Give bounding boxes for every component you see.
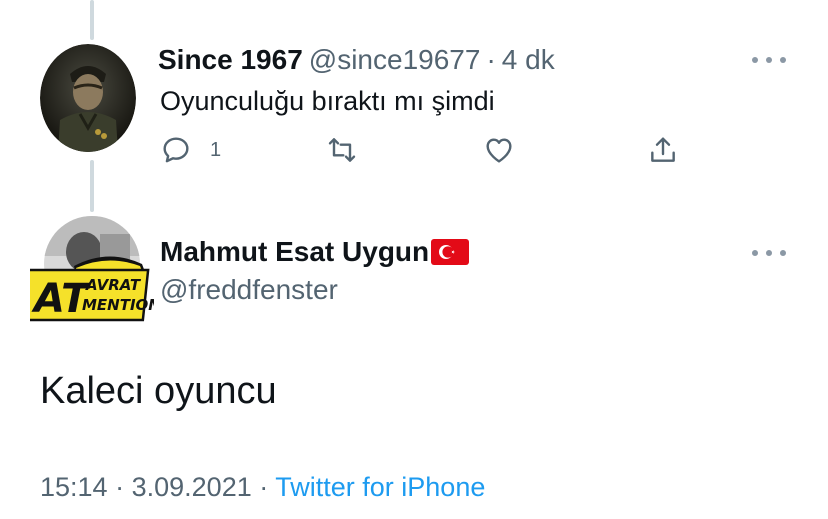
svg-text:AVRAT: AVRAT [85,276,142,294]
thread-line-top [90,0,94,40]
thread-line-connector [90,160,94,212]
tweet-time[interactable]: 4 dk [502,44,555,75]
tweet-time[interactable]: 15:14 [40,472,108,502]
portrait-image [40,44,136,152]
retweet-button[interactable] [326,134,358,166]
user-handle[interactable]: @since19677 [309,44,481,75]
svg-text:MENTION: MENTION [82,296,154,314]
avatar-with-badge[interactable]: AT AVRAT MENTION [17,214,161,326]
tweet-text: Kaleci oyuncu [40,370,277,412]
display-name[interactable]: Since 1967 [158,44,303,75]
separator: · [259,472,269,502]
display-name[interactable]: Mahmut Esat Uygun [160,236,470,268]
tweet1-header: Since 1967 @since19677 · 4 dk [158,44,555,76]
reply-count: 1 [210,138,222,161]
share-button[interactable] [647,134,679,166]
tweet-source-link[interactable]: Twitter for iPhone [275,472,485,502]
turkey-flag-icon [431,239,470,265]
like-icon [486,138,512,163]
avatar[interactable] [40,44,136,152]
reply-icon [163,137,189,163]
separator: · [115,472,125,502]
tweet-meta: 15:14 · 3.09.2021 · Twitter for iPhone [40,472,485,503]
retweet-icon [328,138,356,162]
tweet-text: Oyunculuğu bıraktı mı şimdi [160,86,495,116]
reply-button[interactable]: 1 [160,134,221,166]
display-name-text: Mahmut Esat Uygun [160,236,430,267]
more-icon[interactable] [752,248,786,258]
more-icon[interactable] [752,55,786,65]
separator: · [486,44,496,75]
avatar-image: AT AVRAT MENTION [17,216,161,322]
like-button[interactable] [483,134,515,166]
tweet-date[interactable]: 3.09.2021 [132,472,252,502]
user-handle[interactable]: @freddfenster [160,274,338,306]
share-icon [651,137,675,162]
